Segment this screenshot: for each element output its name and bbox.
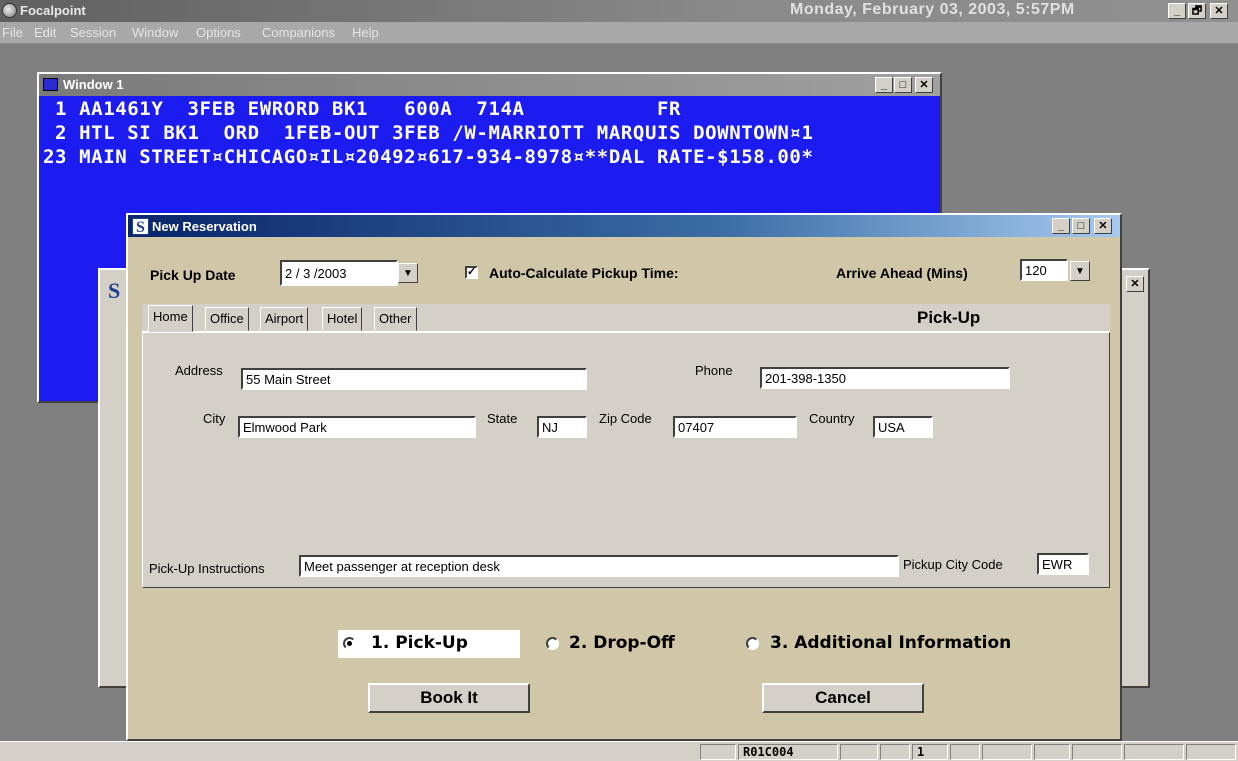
pickup-instructions-label: Pick-Up Instructions (149, 561, 265, 576)
city-label: City (203, 411, 226, 426)
country-label: Country (809, 411, 855, 426)
menu-file[interactable]: File (2, 25, 23, 40)
status-cell-11 (1186, 744, 1236, 760)
radio-dropoff[interactable] (546, 637, 559, 650)
window-1-close-button[interactable]: ✕ (915, 77, 933, 93)
dialog-titlebar: S New Reservation _ □ ✕ (128, 215, 1120, 237)
app-s-icon: S (132, 218, 149, 236)
country-field[interactable]: USA (873, 416, 933, 438)
radio-dropoff-label[interactable]: 2. Drop-Off (569, 633, 675, 653)
app-s-icon: S (108, 278, 121, 303)
city-field[interactable]: Elmwood Park (238, 416, 476, 438)
app-close-button[interactable]: ✕ (1210, 3, 1228, 19)
menu-options[interactable]: Options (196, 25, 241, 40)
status-cell-10 (1124, 744, 1184, 760)
zip-code-field[interactable]: 07407 (673, 416, 797, 438)
pickup-city-code-field[interactable]: EWR (1037, 553, 1089, 575)
chevron-down-icon: ▼ (1075, 265, 1085, 277)
status-cell-8 (1034, 744, 1070, 760)
book-it-button[interactable]: Book It (368, 683, 530, 713)
status-indicator: 1 (912, 744, 948, 760)
statusbar: R01C004 1 (0, 741, 1238, 761)
tab-hotel[interactable]: Hotel (322, 307, 363, 331)
pickup-city-code-label: Pickup City Code (903, 557, 1003, 572)
status-cell-6 (950, 744, 980, 760)
arrive-ahead-label: Arrive Ahead (Mins) (836, 265, 968, 281)
chevron-down-icon: ▼ (403, 267, 413, 279)
terminal-line-3: 23 MAIN STREET¤CHICAGO¤IL¤20492¤617-934-… (43, 146, 814, 168)
menu-window[interactable]: Window (132, 25, 178, 40)
status-code: R01C004 (738, 744, 838, 760)
tab-airport[interactable]: Airport (260, 307, 309, 331)
cancel-button[interactable]: Cancel (762, 683, 924, 713)
tab-office[interactable]: Office (205, 307, 249, 331)
window-1-maximize-button[interactable]: □ (894, 77, 912, 93)
tab-home[interactable]: Home (148, 305, 193, 332)
home-tab-panel: Address 55 Main Street Phone 201-398-135… (142, 332, 1110, 588)
new-reservation-dialog: S New Reservation _ □ ✕ Pick Up Date 2 /… (126, 213, 1122, 741)
app-titlebar: Focalpoint Monday, February 03, 2003, 5:… (0, 0, 1238, 22)
state-field[interactable]: NJ (537, 416, 587, 438)
phone-label: Phone (695, 363, 733, 378)
menu-edit[interactable]: Edit (34, 25, 56, 40)
dialog-maximize-button[interactable]: □ (1072, 218, 1090, 234)
status-cell-1 (700, 744, 736, 760)
app-datetime: Monday, February 03, 2003, 5:57PM (790, 1, 1075, 18)
zip-code-label: Zip Code (599, 411, 652, 426)
state-label: State (487, 411, 518, 426)
status-cell-7 (982, 744, 1032, 760)
status-cell-4 (880, 744, 910, 760)
tab-other[interactable]: Other (374, 307, 417, 331)
app-minimize-button[interactable]: _ (1168, 3, 1186, 19)
status-cell-9 (1072, 744, 1122, 760)
window-1-minimize-button[interactable]: _ (875, 77, 893, 93)
radio-additional-info[interactable] (746, 637, 759, 650)
tab-heading: Pick-Up (917, 308, 981, 327)
terminal-icon (43, 78, 58, 91)
address-field[interactable]: 55 Main Street (241, 368, 587, 390)
dialog-title: New Reservation (152, 219, 257, 234)
dialog-minimize-button[interactable]: _ (1052, 218, 1070, 234)
dialog-close-button[interactable]: ✕ (1094, 218, 1112, 234)
phone-field[interactable]: 201-398-1350 (760, 367, 1010, 389)
arrive-ahead-field[interactable]: 120 (1020, 259, 1068, 281)
address-label: Address (175, 363, 223, 378)
radio-additional-info-label[interactable]: 3. Additional Information (770, 633, 1011, 653)
menubar: File Edit Session Window Options Compani… (0, 22, 1238, 44)
radio-pickup-label[interactable]: 1. Pick-Up (371, 633, 468, 653)
app-title: Focalpoint (20, 3, 86, 18)
menu-companions[interactable]: Companions (262, 25, 335, 40)
auto-calc-label: Auto-Calculate Pickup Time: (489, 265, 679, 281)
pickup-instructions-field[interactable]: Meet passenger at reception desk (299, 555, 899, 577)
background-dialog-close-button[interactable]: ✕ (1126, 276, 1144, 292)
radio-pickup-dot[interactable] (343, 637, 356, 650)
arrive-ahead-dropdown-button[interactable]: ▼ (1070, 261, 1090, 281)
pickup-date-field[interactable]: 2 / 3 /2003 (280, 260, 398, 286)
terminal-line-1: 1 AA1461Y 3FEB EWRORD BK1 600A 714A FR (43, 98, 682, 120)
auto-calc-checkbox[interactable]: ✓ (465, 266, 478, 279)
menu-session[interactable]: Session (70, 25, 116, 40)
pickup-date-dropdown-button[interactable]: ▼ (398, 263, 418, 283)
pickup-date-label: Pick Up Date (150, 267, 236, 283)
globe-icon (2, 3, 17, 18)
location-tabs: Home Office Airport Hotel Other Pick-Up (142, 304, 1110, 332)
app-restore-button[interactable]: 🗗 (1188, 3, 1206, 19)
window-1-titlebar: Window 1 _ □ ✕ (39, 74, 940, 96)
status-cell-3 (840, 744, 878, 760)
menu-help[interactable]: Help (352, 25, 379, 40)
terminal-line-2: 2 HTL SI BK1 ORD 1FEB-OUT 3FEB /W-MARRIO… (43, 122, 814, 144)
window-1-title: Window 1 (63, 77, 124, 92)
